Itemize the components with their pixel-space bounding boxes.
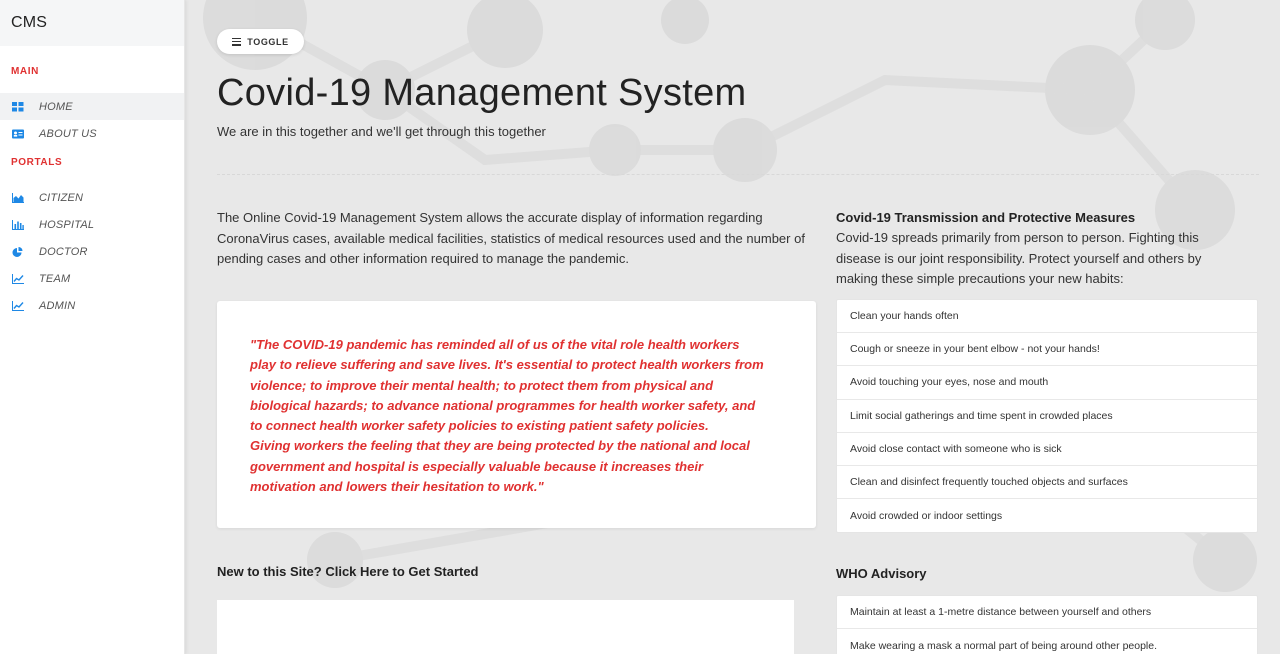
page-subtitle: We are in this together and we'll get th…: [217, 124, 546, 139]
measures-intro: Covid-19 Transmission and Protective Mea…: [836, 208, 1258, 290]
quote-line: Giving workers the feeling that they are…: [250, 438, 750, 454]
bar-chart-icon: [12, 219, 24, 230]
hamburger-icon: [232, 37, 242, 46]
sidebar-item-doctor[interactable]: DOCTOR: [0, 238, 184, 265]
quote-line: government and hospital is especially va…: [250, 458, 704, 474]
id-card-icon: [12, 129, 24, 139]
list-item: Cough or sneeze in your bent elbow - not…: [837, 333, 1257, 367]
quote-line: motivation and lowers their hesitation t…: [250, 479, 544, 495]
measures-list: Clean your hands often Cough or sneeze i…: [836, 299, 1258, 534]
sidebar-item-label: HOSPITAL: [39, 218, 95, 231]
list-item: Make wearing a mask a normal part of bei…: [850, 639, 1158, 652]
get-started-panel: [217, 600, 794, 654]
list-item: Avoid touching your eyes, nose and mouth: [837, 366, 1257, 400]
quote-line: to connect health worker safety policies…: [250, 418, 709, 434]
list-item: Avoid close contact with someone who is …: [837, 433, 1257, 466]
sidebar-item-label: ADMIN: [39, 299, 76, 312]
measures-description: Covid-19 spreads primarily from person t…: [836, 230, 1202, 286]
list-item: Clean and disinfect frequently touched o…: [837, 466, 1257, 500]
sidebar-item-about-us[interactable]: ABOUT US: [0, 120, 184, 147]
intro-paragraph: The Online Covid-19 Management System al…: [217, 210, 805, 266]
sidebar-item-label: HOME: [39, 100, 73, 113]
brand-logo[interactable]: CMS: [0, 0, 184, 46]
divider: [217, 174, 1259, 175]
pie-chart-icon: [12, 246, 24, 257]
sidebar-item-hospital[interactable]: HOSPITAL: [0, 211, 184, 238]
get-started-link[interactable]: New to this Site? Click Here to Get Star…: [217, 564, 479, 579]
who-advisory-list: Maintain at least a 1-metre distance bet…: [836, 595, 1258, 654]
sidebar-item-home[interactable]: HOME: [0, 93, 184, 120]
list-item: Avoid crowded or indoor settings: [850, 509, 1003, 522]
health-worker-quote: "The COVID-19 pandemic has reminded all …: [250, 335, 785, 497]
quote-line: biological hazards; to advance national …: [250, 397, 756, 413]
grid-icon: [12, 101, 24, 112]
area-chart-icon: [12, 192, 24, 203]
sidebar-item-admin[interactable]: ADMIN: [0, 292, 184, 319]
sidebar-item-label: CITIZEN: [39, 191, 84, 204]
quote-line: violence; to improve their mental health…: [250, 377, 714, 393]
quote-card: "The COVID-19 pandemic has reminded all …: [217, 301, 816, 528]
sidebar-item-label: TEAM: [39, 272, 71, 285]
list-item: Clean your hands often: [837, 300, 1257, 334]
main-content: TOGGLE Covid-19 Management System We are…: [185, 0, 1280, 654]
line-chart-icon: [12, 300, 24, 311]
list-item: Limit social gatherings and time spent i…: [837, 400, 1257, 433]
page-title: Covid-19 Management System: [217, 72, 747, 114]
section-title-main: MAIN: [11, 66, 39, 77]
quote-line: play to relieve suffering and save lives…: [250, 357, 764, 373]
sidebar: CMS MAIN HOME ABOUT US PORTALS CITIZEN H…: [0, 0, 185, 654]
section-title-portals: PORTALS: [11, 157, 63, 168]
who-advisory-heading: WHO Advisory: [836, 566, 927, 581]
quote-line: "The COVID-19 pandemic has reminded all …: [250, 337, 740, 352]
sidebar-item-citizen[interactable]: CITIZEN: [0, 184, 184, 211]
sidebar-item-team[interactable]: TEAM: [0, 265, 184, 292]
list-item: Maintain at least a 1-metre distance bet…: [837, 596, 1257, 630]
measures-heading: Covid-19 Transmission and Protective Mea…: [836, 210, 1136, 225]
sidebar-item-label: DOCTOR: [39, 245, 88, 258]
toggle-label: TOGGLE: [247, 36, 289, 47]
sidebar-item-label: ABOUT US: [39, 127, 97, 140]
line-chart-icon: [12, 273, 24, 284]
toggle-sidebar-button[interactable]: TOGGLE: [217, 29, 304, 54]
